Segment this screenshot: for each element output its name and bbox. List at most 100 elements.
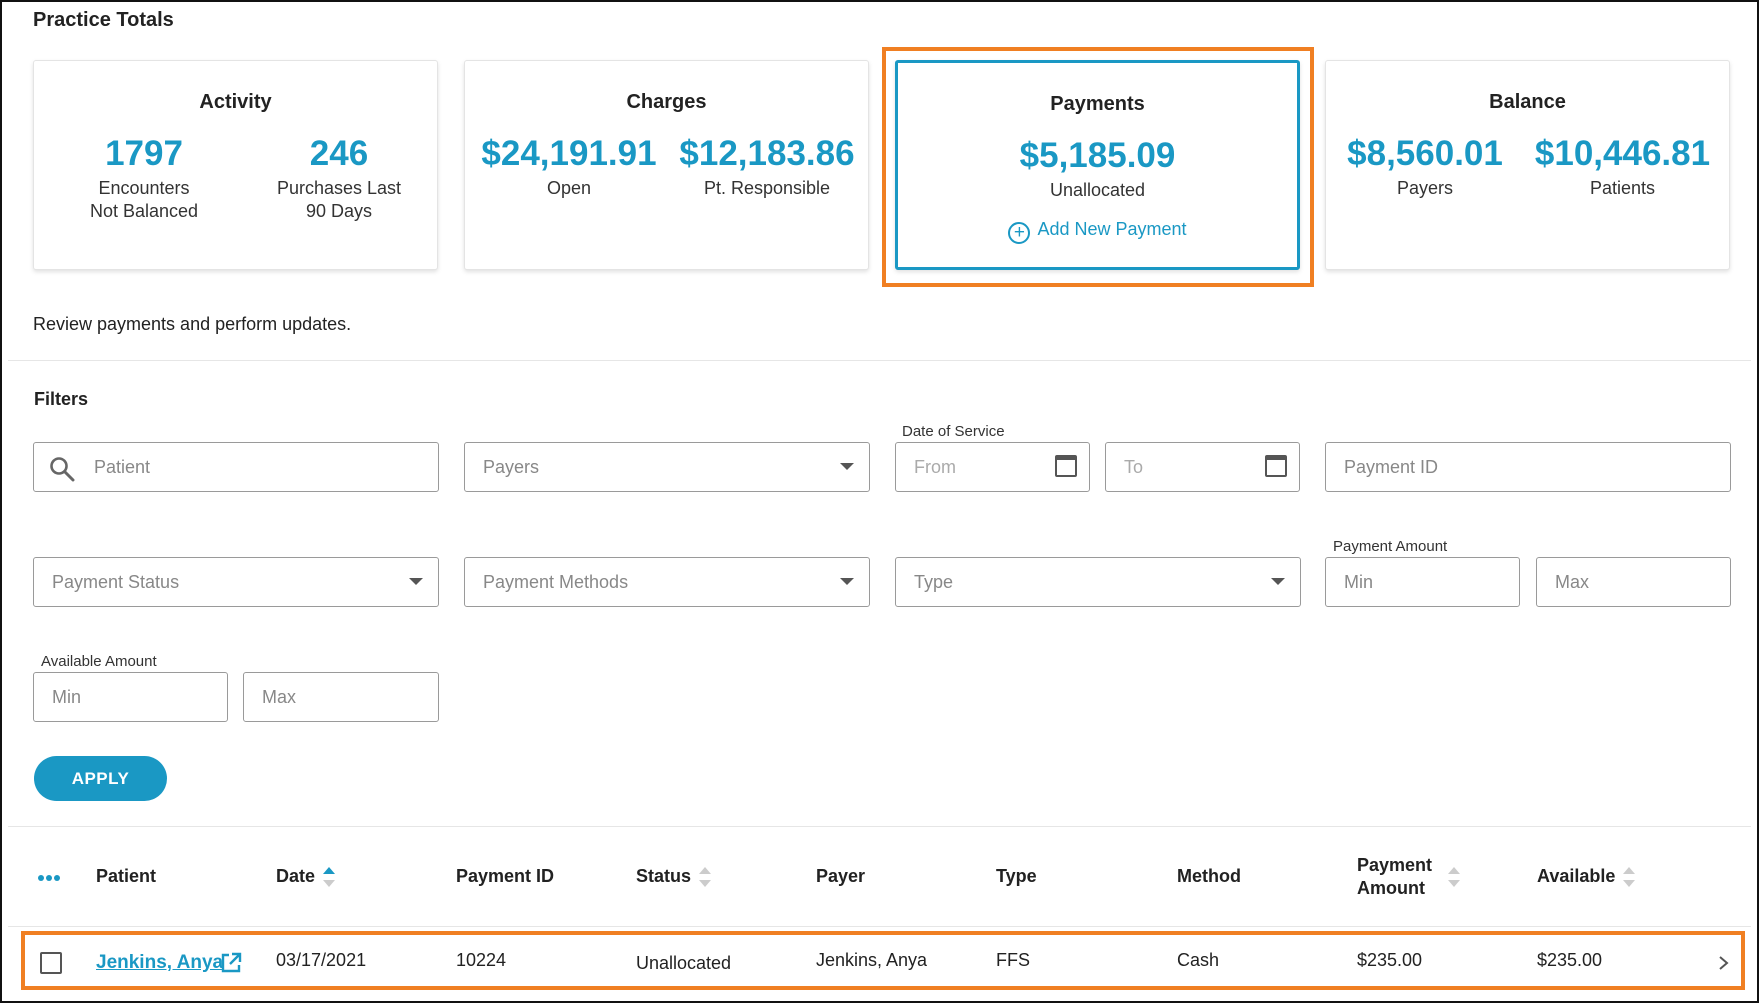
charges-card: Charges $24,191.91 Open $12,183.86 Pt. R… (464, 60, 869, 270)
add-new-payment-label: Add New Payment (1037, 219, 1187, 239)
dropdown-caret-icon (1271, 578, 1285, 585)
open-charges-label: Open (546, 177, 592, 198)
filters-title: Filters (34, 389, 89, 409)
min-placeholder: Min (1344, 571, 1374, 592)
search-icon (50, 457, 75, 482)
type-placeholder: Type (914, 571, 954, 592)
column-header-available-label: Available (1537, 866, 1616, 886)
page-description: Review payments and perform updates. (33, 314, 352, 334)
row-type: FFS (996, 950, 1030, 970)
payers-placeholder: Payers (483, 456, 540, 477)
column-header-payment-amount-label: Payment Amount (1357, 855, 1433, 898)
column-header-payment-amount[interactable]: Payment Amount (1357, 854, 1462, 899)
payment-amount-max-input[interactable]: Max (1536, 557, 1731, 607)
encounters-value: 1797 (105, 134, 183, 173)
payment-amount-label: Payment Amount (1333, 538, 1448, 555)
calendar-icon[interactable] (1055, 455, 1077, 477)
unallocated-metric: $5,185.09 Unallocated (898, 136, 1297, 202)
divider (8, 926, 1751, 927)
balance-card: Balance $8,560.01 Payers $10,446.81 Pati… (1325, 60, 1730, 270)
sort-icon[interactable] (1448, 867, 1460, 887)
open-charges-value: $24,191.91 (481, 134, 657, 173)
column-header-payer: Payer (816, 866, 866, 886)
payment-amount-min-input[interactable]: Min (1325, 557, 1520, 607)
row-checkbox[interactable] (40, 952, 62, 974)
pt-responsible-value: $12,183.86 (679, 134, 855, 173)
column-header-available[interactable]: Available (1537, 866, 1636, 888)
payments-card[interactable]: Payments $5,185.09 Unallocated + Add New … (895, 60, 1300, 270)
payments-card-title: Payments (1050, 93, 1145, 115)
payers-balance-value: $8,560.01 (1347, 134, 1503, 173)
available-amount-max-input[interactable]: Max (243, 672, 439, 722)
payment-status-select[interactable]: Payment Status (33, 557, 439, 607)
row-payment-amount: $235.00 (1357, 950, 1423, 970)
patients-balance-label: Patients (1589, 177, 1656, 198)
column-header-method: Method (1177, 866, 1241, 886)
calendar-icon[interactable] (1265, 455, 1287, 477)
date-of-service-label: Date of Service (902, 423, 1005, 440)
external-link-icon[interactable] (220, 952, 242, 974)
patient-link[interactable]: Jenkins, Anya (96, 952, 223, 974)
row-status: Unallocated (636, 953, 732, 973)
row-method: Cash (1177, 950, 1220, 970)
date-to-input[interactable]: To (1105, 442, 1300, 492)
patients-balance-metric: $10,446.81 Patients (1520, 134, 1725, 200)
activity-card: Activity 1797 Encounters Not Balanced 24… (33, 60, 438, 270)
payers-select[interactable]: Payers (464, 442, 870, 492)
chevron-right-icon[interactable] (1717, 952, 1731, 974)
row-payer: Jenkins, Anya (816, 950, 928, 970)
available-amount-label: Available Amount (41, 653, 157, 670)
dropdown-caret-icon (840, 578, 854, 585)
type-select[interactable]: Type (895, 557, 1301, 607)
divider (8, 360, 1751, 361)
payment-id-input[interactable]: Payment ID (1325, 442, 1731, 492)
row-available: $235.00 (1537, 950, 1603, 970)
row-payment-id: 10224 (456, 950, 507, 970)
encounters-label: Encounters Not Balanced (89, 177, 199, 221)
open-charges-metric: $24,191.91 Open (469, 134, 669, 200)
page-frame: Practice Totals Activity 1797 Encounters… (0, 0, 1759, 1003)
purchases-value: 246 (309, 134, 369, 173)
available-amount-min-input[interactable]: Min (33, 672, 228, 722)
practice-totals-title: Practice Totals (33, 9, 174, 31)
patients-balance-value: $10,446.81 (1534, 134, 1711, 173)
from-placeholder: From (914, 456, 956, 477)
divider (8, 826, 1751, 827)
balance-card-title: Balance (1489, 91, 1566, 113)
row-date: 03/17/2021 (276, 950, 367, 970)
payment-methods-select[interactable]: Payment Methods (464, 557, 870, 607)
payers-balance-label: Payers (1396, 177, 1454, 198)
dropdown-caret-icon (409, 578, 423, 585)
payment-methods-placeholder: Payment Methods (483, 571, 629, 592)
payment-id-placeholder: Payment ID (1344, 456, 1439, 477)
column-header-date-label: Date (276, 866, 316, 886)
sort-ascending-icon[interactable] (323, 867, 336, 888)
column-header-status-label: Status (636, 866, 692, 886)
pt-responsible-metric: $12,183.86 Pt. Responsible (667, 134, 867, 200)
column-header-type: Type (996, 866, 1037, 886)
apply-button[interactable]: APPLY (34, 756, 167, 801)
unallocated-value: $5,185.09 (1019, 136, 1176, 175)
column-header-date[interactable]: Date (276, 866, 336, 888)
column-header-status[interactable]: Status (636, 866, 712, 888)
max-placeholder: Max (1555, 571, 1590, 592)
activity-card-title: Activity (199, 91, 272, 113)
patient-search-input[interactable]: Patient (33, 442, 439, 492)
column-header-payment-id: Payment ID (456, 866, 555, 886)
date-from-input[interactable]: From (895, 442, 1090, 492)
pt-responsible-label: Pt. Responsible (703, 177, 831, 198)
sort-icon[interactable] (1623, 867, 1636, 888)
encounters-metric: 1797 Encounters Not Balanced (54, 134, 234, 223)
sort-icon[interactable] (699, 867, 712, 888)
charges-card-title: Charges (626, 91, 707, 113)
add-new-payment-link[interactable]: + Add New Payment (898, 219, 1297, 244)
payment-status-placeholder: Payment Status (52, 571, 180, 592)
more-options-icon[interactable] (38, 868, 64, 881)
unallocated-label: Unallocated (1049, 179, 1146, 200)
patient-placeholder: Patient (94, 456, 151, 477)
payers-balance-metric: $8,560.01 Payers (1330, 134, 1520, 200)
max-placeholder: Max (262, 686, 297, 707)
add-circle-icon: + (1008, 222, 1031, 244)
min-placeholder: Min (52, 686, 82, 707)
purchases-metric: 246 Purchases Last 90 Days (249, 134, 429, 223)
